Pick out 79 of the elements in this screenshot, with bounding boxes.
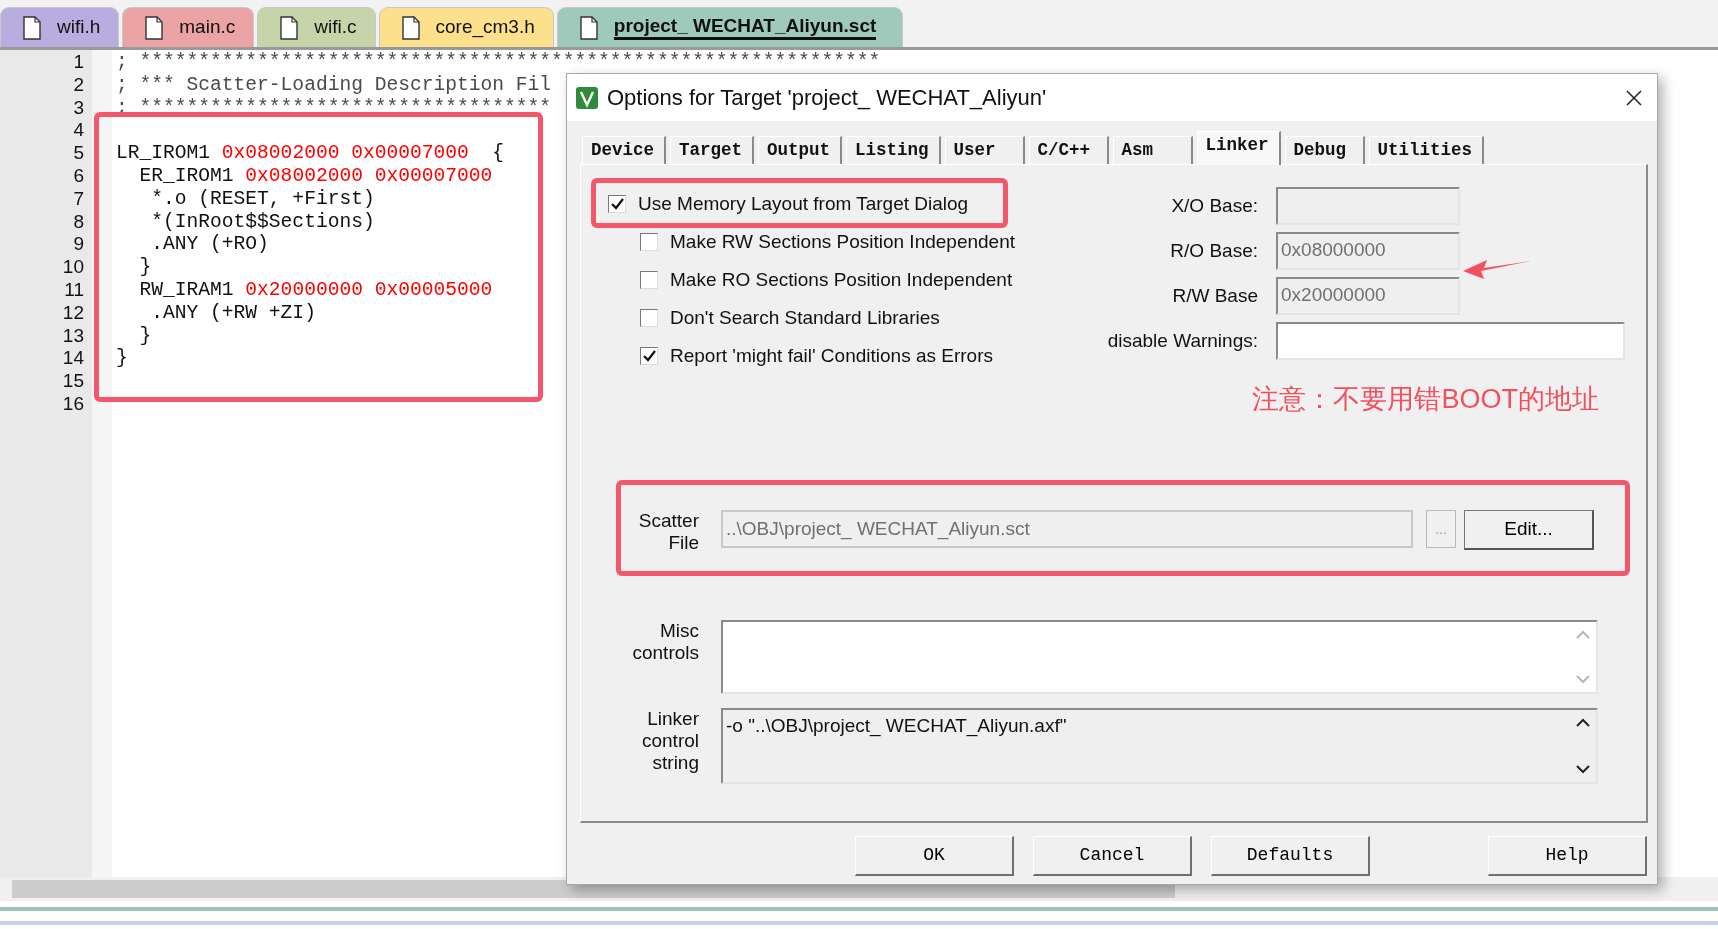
checkbox[interactable] bbox=[640, 233, 658, 251]
line-number: 9 bbox=[72, 233, 84, 257]
field-label: R/W Base bbox=[1171, 284, 1258, 308]
code-line: ; *** Scatter-Loading Description Fil bbox=[116, 73, 552, 97]
line-number: 4 bbox=[72, 119, 84, 143]
file-icon bbox=[145, 15, 164, 40]
code-line: } bbox=[138, 256, 152, 279]
checkbox-label: Make RO Sections Position Independent bbox=[670, 267, 1013, 292]
tab[interactable]: User bbox=[944, 136, 1025, 164]
checkbox-label: Use Memory Layout from Target Dialog bbox=[638, 191, 969, 216]
code-line: RW_IRAM1 0x20000000 0x00005000 bbox=[138, 278, 493, 302]
line-number: 2 bbox=[72, 73, 84, 97]
tab[interactable]: Linker bbox=[1196, 131, 1281, 165]
checkbox[interactable] bbox=[640, 309, 658, 327]
dialog-button[interactable]: Defaults bbox=[1211, 836, 1370, 876]
code-line: *(InRoot$$Sections) bbox=[150, 210, 375, 234]
file-icon bbox=[579, 15, 598, 40]
checkbox[interactable] bbox=[640, 347, 658, 365]
tab[interactable]: Output bbox=[758, 136, 843, 164]
window-title: Options for Target 'project_ WECHAT_Aliyun' bbox=[607, 84, 1047, 112]
line-number: 6 bbox=[72, 165, 84, 188]
field-label: R/O Base: bbox=[1169, 239, 1258, 263]
field-label: Misc controls bbox=[631, 620, 699, 664]
tab[interactable]: Target bbox=[670, 136, 755, 164]
file-icon bbox=[23, 15, 41, 40]
file-icon bbox=[280, 15, 299, 40]
checkbox-label: Don't Search Standard Libraries bbox=[670, 305, 940, 330]
file-tab[interactable]: core_cm3.h bbox=[378, 7, 554, 47]
line-number: 7 bbox=[72, 187, 84, 211]
scroll-down-icon[interactable] bbox=[1576, 765, 1590, 774]
annotation-note: 注意：不要用错BOOT的地址 bbox=[1251, 383, 1600, 416]
app-icon bbox=[575, 85, 599, 110]
field-label: Linker control string bbox=[640, 708, 699, 774]
field-label: X/O Base: bbox=[1170, 194, 1258, 218]
file-tab[interactable]: main.c bbox=[122, 7, 255, 47]
close-icon[interactable] bbox=[1625, 88, 1643, 107]
dialog-button[interactable]: Cancel bbox=[1033, 836, 1192, 876]
line-number: 14 bbox=[61, 347, 84, 371]
dialog-button[interactable]: Help bbox=[1488, 836, 1647, 876]
code-line: } bbox=[116, 347, 128, 371]
text-area[interactable]: -o "..\OBJ\project_ WECHAT_Aliyun.axf" bbox=[721, 708, 1598, 784]
file-tab[interactable]: wifi.c bbox=[257, 7, 376, 47]
code-line: *.o (RESET, +First) bbox=[150, 187, 375, 211]
file-icon bbox=[401, 15, 420, 40]
line-number: 1 bbox=[72, 51, 84, 74]
input-field[interactable] bbox=[1276, 322, 1625, 360]
line-number: 8 bbox=[72, 210, 84, 234]
line-number: 11 bbox=[63, 278, 84, 302]
input-field[interactable]: ..\OBJ\project_ WECHAT_Aliyun.sct bbox=[721, 510, 1413, 548]
line-number: 13 bbox=[61, 324, 84, 348]
code-line: .ANY (+RO) bbox=[150, 233, 269, 257]
scroll-up-icon[interactable] bbox=[1576, 718, 1590, 727]
line-number: 10 bbox=[61, 256, 84, 279]
code-line: ER_IROM1 0x08002000 0x00007000 bbox=[138, 165, 493, 188]
line-number: 5 bbox=[72, 142, 84, 165]
file-tab[interactable]: project_ WECHAT_Aliyun.sct bbox=[556, 7, 904, 47]
code-line: } bbox=[138, 324, 152, 348]
line-number: 15 bbox=[61, 370, 84, 393]
field-label: Scatter File bbox=[637, 510, 699, 554]
tab[interactable]: Utilities bbox=[1368, 136, 1485, 164]
tab[interactable]: Debug bbox=[1284, 136, 1365, 164]
line-number: 16 bbox=[61, 392, 84, 416]
dialog-button[interactable]: OK bbox=[855, 836, 1014, 876]
checkbox[interactable] bbox=[640, 271, 658, 289]
tab[interactable]: Listing bbox=[846, 136, 941, 164]
line-number: 12 bbox=[61, 301, 84, 325]
checkbox-label: Report 'might fail' Conditions as Errors bbox=[670, 343, 993, 368]
checkbox-label: Make RW Sections Position Independent bbox=[670, 229, 1015, 254]
code-line: ; *************************************************************** bbox=[116, 51, 881, 74]
tab[interactable]: C/C++ bbox=[1028, 136, 1109, 164]
field-label: disable Warnings: bbox=[1106, 329, 1258, 353]
line-number: 3 bbox=[72, 96, 84, 120]
code-line: .ANY (+RW +ZI) bbox=[150, 301, 316, 325]
code-line: LR_IROM1 0x08002000 0x00007000 { bbox=[116, 142, 505, 165]
checkbox[interactable] bbox=[608, 195, 626, 213]
file-tab[interactable]: wifi.h bbox=[0, 7, 120, 47]
edit-button[interactable]: Edit... bbox=[1464, 510, 1594, 550]
tab[interactable]: Device bbox=[582, 136, 666, 164]
tab[interactable]: Asm bbox=[1112, 136, 1193, 164]
